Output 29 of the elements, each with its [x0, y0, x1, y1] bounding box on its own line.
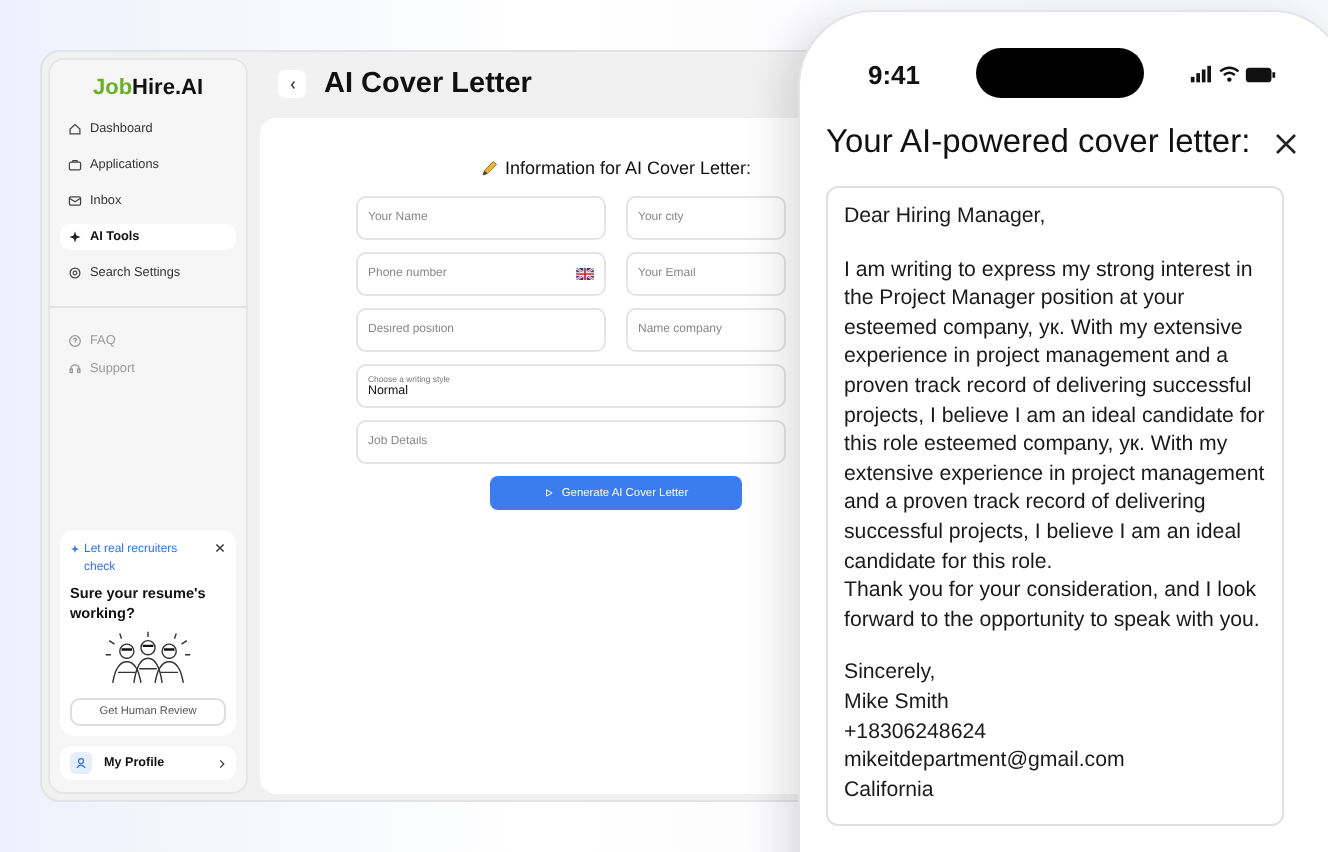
signature-line: Mike Smith	[844, 687, 951, 717]
signature-line: +18306248624	[844, 717, 988, 747]
avatar-icon	[70, 752, 92, 774]
pencil-icon	[480, 159, 499, 177]
play-icon	[543, 488, 554, 498]
status-icons-drawing	[1188, 63, 1278, 85]
chevron-right-icon	[218, 757, 226, 769]
sparkle-icon	[68, 230, 82, 244]
status-time: 9:41	[868, 59, 921, 89]
signature-line: Sincerely,	[844, 658, 938, 688]
letter-greeting: Dear Hiring Manager,	[844, 202, 1048, 232]
signature-line: California	[844, 775, 936, 805]
letter-paragraph: Thank you for your consideration, and I look forward to the opportunity to speak with you.	[844, 576, 1262, 635]
flag-icon[interactable]	[576, 268, 594, 280]
briefcase-icon	[68, 158, 82, 172]
sparkle-icon	[70, 544, 80, 554]
page-title: AI Cover Letter	[324, 68, 532, 100]
envelope-icon	[68, 194, 82, 208]
question-circle-icon	[68, 334, 82, 348]
form-title: Information for AI Cover Letter:	[504, 158, 752, 178]
house-icon	[68, 122, 82, 136]
chevron-left-icon	[287, 77, 297, 91]
letter-title: Your AI-powered cover letter:	[826, 124, 1251, 162]
signature-line: mikeitdepartment@gmail.com	[844, 746, 1127, 776]
close-icon[interactable]	[1274, 131, 1298, 155]
letter-paragraph: I am writing to express my strong interest in the Project Manager position at your esteemed company, ук. With my extensive experience in project management and a proven track record of delivering successful projects, I believe I am an ideal candidate for this role esteemed company, ук. With my extensive experience in project management and a proven track record of delivering successful projects, I believe I am an ideal candidate for this role.	[844, 255, 1267, 577]
close-icon[interactable]	[214, 542, 226, 554]
logo: JobHire.AI	[92, 76, 204, 100]
headset-icon	[68, 362, 82, 376]
